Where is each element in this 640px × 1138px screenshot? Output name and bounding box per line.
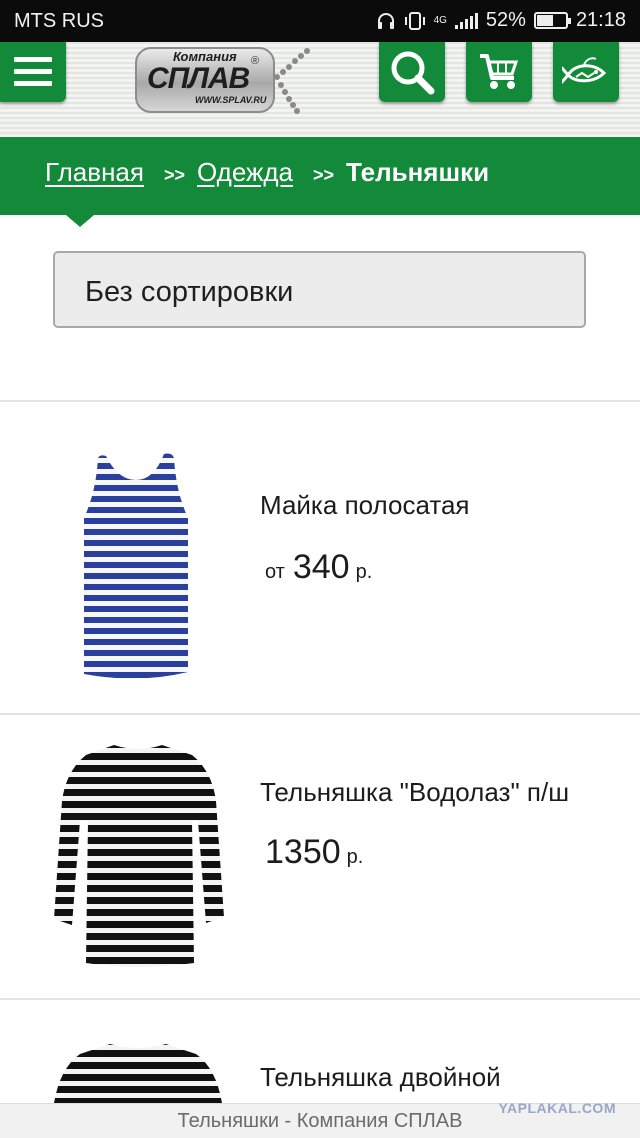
- search-icon: [391, 51, 435, 95]
- product-item[interactable]: Тельняшка "Водолаз" п/ш 1350 р.: [0, 715, 640, 998]
- battery-fill: [536, 15, 553, 26]
- price-prefix: от: [265, 561, 285, 583]
- price-amount: 1350: [265, 833, 341, 871]
- search-button[interactable]: [379, 42, 445, 102]
- product-image-tank-top[interactable]: [78, 452, 194, 682]
- ball-chain-icon: [274, 48, 310, 114]
- signal-icon: [454, 12, 478, 29]
- product-name[interactable]: Тельняшка "Водолаз" п/ш: [260, 777, 569, 808]
- breadcrumb: Главная >> Одежда >> Тельняшки: [45, 157, 489, 188]
- status-bar: MTS RUS 4G 52% 21:18: [0, 0, 640, 42]
- product-item[interactable]: Тельняшка двойной: [0, 1000, 640, 1103]
- battery-icon: [533, 12, 571, 29]
- breadcrumb-separator: >>: [313, 165, 335, 185]
- logo-brand-text: СПЛАВ: [147, 62, 250, 95]
- product-price: 1350 р.: [265, 833, 363, 872]
- product-name[interactable]: Тельняшка двойной: [260, 1062, 501, 1093]
- logo-registered-mark: ®: [251, 55, 260, 67]
- product-image-long-sleeve-shirt[interactable]: [52, 741, 224, 967]
- sort-select[interactable]: Без сортировки: [53, 251, 586, 328]
- breadcrumb-home-link[interactable]: Главная: [45, 157, 144, 188]
- product-item[interactable]: Майка полосатая от 340 р.: [0, 402, 640, 713]
- product-image-double-shirt[interactable]: [50, 1038, 226, 1103]
- carrier-label: MTS RUS: [14, 10, 104, 32]
- menu-icon: [14, 57, 52, 86]
- product-name[interactable]: Майка полосатая: [260, 490, 470, 521]
- network-type-label: 4G: [433, 14, 447, 26]
- price-currency: р.: [346, 846, 364, 868]
- price-amount: 340: [292, 548, 350, 586]
- site-header: Компания ® СПЛАВ WWW.SPLAV.RU: [0, 42, 640, 137]
- battery-percent: 52%: [485, 9, 526, 31]
- page-title-bar: Тельняшки - Компания СПЛАВ YAPLAKAL.COM: [0, 1100, 640, 1138]
- breadcrumb-current: Тельняшки: [346, 157, 490, 187]
- breadcrumb-clothing-link[interactable]: Одежда: [197, 157, 293, 188]
- vibrate-icon: [404, 11, 425, 30]
- fish-icon: [562, 57, 607, 84]
- product-price: от 340 р.: [265, 548, 372, 587]
- site-logo[interactable]: Компания ® СПЛАВ WWW.SPLAV.RU: [133, 47, 313, 127]
- price-currency: р.: [355, 561, 373, 583]
- fishing-button[interactable]: [553, 42, 619, 102]
- logo-url-text: WWW.SPLAV.RU: [195, 95, 267, 105]
- watermark: YAPLAKAL.COM: [498, 1100, 616, 1116]
- cart-button[interactable]: [466, 42, 532, 102]
- breadcrumb-separator: >>: [163, 165, 185, 185]
- breadcrumb-bar: Главная >> Одежда >> Тельняшки: [0, 137, 640, 227]
- status-icons: 4G 52% 21:18: [376, 9, 626, 32]
- headphones-icon: [377, 12, 394, 29]
- clock: 21:18: [575, 9, 626, 31]
- cart-icon: [480, 54, 519, 89]
- menu-button[interactable]: [0, 42, 66, 102]
